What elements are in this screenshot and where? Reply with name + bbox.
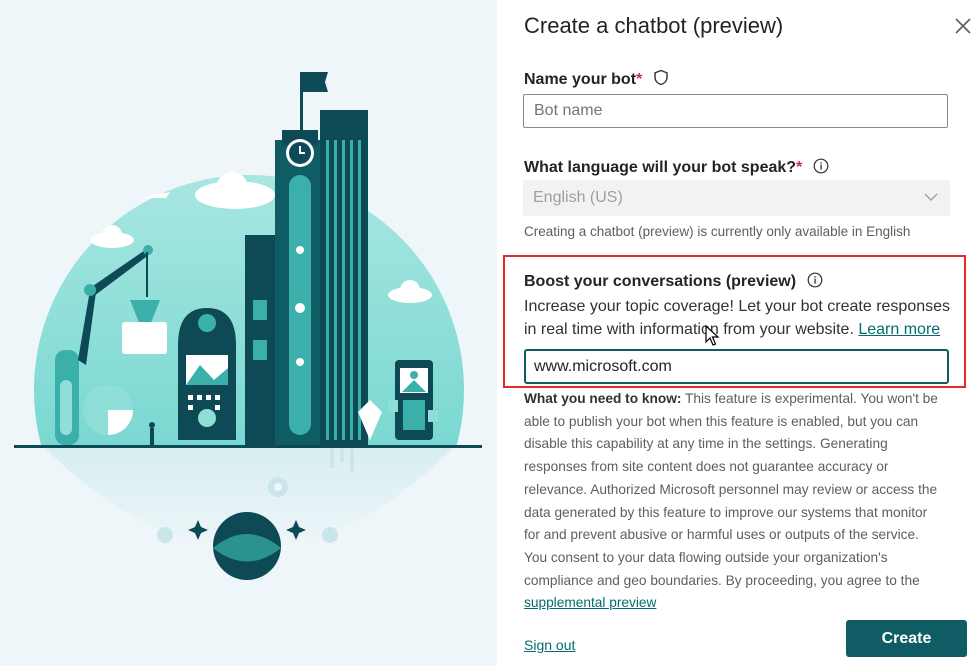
required-mark: * <box>796 159 803 176</box>
learn-more-link[interactable]: Learn more <box>858 321 940 338</box>
info-icon[interactable] <box>813 158 829 174</box>
boost-label: Boost your conversations (preview) <box>524 272 823 291</box>
bot-name-label: Name your bot* <box>524 69 669 89</box>
boost-description: Increase your topic coverage! Let your b… <box>524 295 954 341</box>
required-mark: * <box>636 71 643 88</box>
dialog-title: Create a chatbot (preview) <box>524 13 784 38</box>
close-icon <box>955 18 971 34</box>
city-illustration <box>0 0 497 666</box>
info-icon[interactable] <box>807 272 823 288</box>
boost-section: Boost your conversations (preview) Incre… <box>503 255 966 388</box>
language-hint: Creating a chatbot (preview) is currentl… <box>524 224 911 239</box>
notice-lead: What you need to know: <box>524 391 682 406</box>
boost-label-text: Boost your conversations (preview) <box>524 273 797 290</box>
notice-text: What you need to know: This feature is e… <box>524 388 944 615</box>
bot-name-input[interactable] <box>523 94 948 128</box>
chevron-down-icon <box>924 193 938 201</box>
shield-icon <box>654 69 668 86</box>
create-button[interactable]: Create <box>846 620 967 657</box>
language-label: What language will your bot speak?* <box>524 158 829 177</box>
create-chatbot-panel: Create a chatbot (preview) Name your bot… <box>497 0 979 666</box>
close-button[interactable] <box>952 15 974 37</box>
supplemental-preview-link[interactable]: supplemental preview <box>524 595 656 610</box>
notice-body: This feature is experimental. You won't … <box>524 391 938 588</box>
bot-name-label-text: Name your bot <box>524 71 637 88</box>
website-url-input[interactable] <box>524 349 949 384</box>
language-label-text: What language will your bot speak? <box>524 159 797 176</box>
mouse-cursor-icon <box>705 325 720 346</box>
language-select-value: English (US) <box>533 189 623 206</box>
sign-out-link[interactable]: Sign out <box>524 637 575 653</box>
language-select[interactable]: English (US) <box>523 180 950 216</box>
